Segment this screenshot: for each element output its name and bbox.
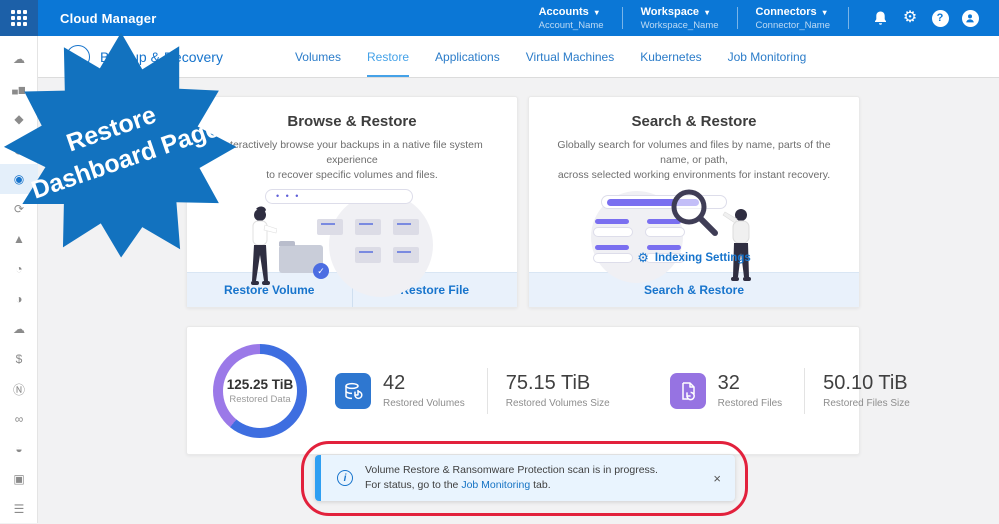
tab-kubernetes[interactable]: Kubernetes: [640, 36, 701, 77]
sidebar-item-bar-chart-icon[interactable]: ▄▆: [0, 74, 38, 104]
restored-data-label: Restored Data: [229, 394, 291, 405]
close-icon[interactable]: ×: [713, 471, 721, 486]
user-menu-button[interactable]: [955, 3, 985, 33]
divider: [848, 7, 849, 29]
sidebar-item-backup-restore-icon[interactable]: ◉: [0, 164, 38, 194]
banner-text: Volume Restore & Ransomware Protection s…: [365, 464, 658, 491]
tab-virtual-machines[interactable]: Virtual Machines: [526, 36, 615, 77]
grid-icon: [11, 10, 27, 26]
card-description: Globally search for volumes and files by…: [557, 139, 831, 181]
chevron-down-icon: ▾: [594, 7, 599, 17]
job-monitoring-link[interactable]: Job Monitoring: [461, 479, 530, 491]
bell-icon: [874, 11, 886, 25]
tab-volumes[interactable]: Volumes: [295, 36, 341, 77]
card-title: Search & Restore: [631, 113, 757, 130]
user-icon: [961, 9, 979, 27]
workspace-name: Workspace_Name: [640, 19, 719, 31]
left-nav-rail: ☁ ▄▆ ◆ ◎ ◉ ⟳ ▲ ◔ ◑ ☁ $ Ⓝ ∞ ◒ ▣ ☰: [0, 36, 38, 523]
chevron-down-icon: ▾: [822, 7, 827, 17]
settings-button[interactable]: ⚙: [895, 3, 925, 33]
workspace-menu[interactable]: Workspace ▾ Workspace_Name: [623, 6, 737, 31]
sidebar-item-shield-icon[interactable]: ◆: [0, 104, 38, 134]
sidebar-item-replication-icon[interactable]: ◎: [0, 134, 38, 164]
browse-restore-card: Browse & Restore Interactively browse yo…: [186, 96, 518, 308]
sidebar-item-cloud-insights-icon[interactable]: ☁: [0, 314, 38, 344]
tab-restore[interactable]: Restore: [366, 36, 410, 77]
account-name: Account_Name: [538, 19, 604, 31]
tab-job-monitoring[interactable]: Job Monitoring: [728, 36, 807, 77]
help-icon: ?: [931, 9, 949, 27]
banner-accent-bar: [315, 455, 321, 501]
service-selector[interactable]: ☁ Backup & Recovery: [66, 44, 223, 69]
sidebar-item-compliance-icon[interactable]: ◑: [0, 284, 38, 314]
restored-data-donut-chart: 125.25 TiB Restored Data: [213, 344, 307, 438]
stats-row: 42 Restored Volumes 75.15 TiB Restored V…: [335, 327, 928, 454]
magnifier-icon: [671, 189, 718, 236]
restored-files-size: 50.10 TiB: [823, 372, 908, 394]
app-grid-button[interactable]: [0, 0, 38, 36]
backup-service-icon: ☁: [66, 44, 90, 69]
tab-bar: Volumes Restore Applications Virtual Mac…: [295, 36, 832, 77]
person-illustration: [251, 206, 277, 285]
restored-data-value: 125.25 TiB: [226, 377, 294, 392]
check-icon: ✓: [313, 263, 329, 279]
divider: [804, 367, 806, 414]
search-restore-card: Search & Restore Globally search for vol…: [528, 96, 860, 308]
card-description: Interactively browse your backups in a n…: [221, 139, 483, 181]
accounts-menu[interactable]: Accounts ▾ Account_Name: [521, 6, 622, 31]
search-restore-button[interactable]: Search & Restore: [529, 273, 859, 307]
sidebar-item-cost-icon[interactable]: $: [0, 344, 38, 374]
sidebar-item-spot-icon[interactable]: ◒: [0, 434, 38, 464]
indexing-settings-link[interactable]: ⚙ Indexing Settings: [529, 250, 859, 266]
service-title: Backup & Recovery: [100, 48, 223, 65]
sidebar-item-layers-icon[interactable]: ☰: [0, 494, 38, 524]
card-footer: Search & Restore: [529, 272, 859, 307]
restored-volumes-count: 42: [383, 372, 406, 394]
notifications-button[interactable]: [865, 3, 895, 33]
restored-volumes-icon: [335, 372, 371, 409]
sidebar-item-tiering-icon[interactable]: ▲: [0, 224, 38, 254]
sidebar-item-sync-icon[interactable]: ⟳: [0, 194, 38, 224]
restored-files-icon: [669, 372, 706, 409]
gear-icon: ⚙: [902, 9, 918, 26]
restored-volumes-size: 75.15 TiB: [505, 372, 591, 394]
divider: [486, 367, 488, 414]
sidebar-item-storage-cloud-icon[interactable]: ☁: [0, 44, 38, 74]
sidebar-item-netapp-service-icon[interactable]: Ⓝ: [0, 374, 38, 404]
help-button[interactable]: ?: [925, 3, 955, 33]
card-title: Browse & Restore: [287, 113, 417, 130]
connector-name: Connector_Name: [755, 19, 830, 31]
progress-notification-banner: i Volume Restore & Ransomware Protection…: [315, 455, 735, 501]
restore-stats-card: 125.25 TiB Restored Data 42 Restored Vol…: [186, 326, 910, 455]
person-illustration: [722, 209, 751, 281]
sidebar-item-integration-icon[interactable]: ∞: [0, 404, 38, 434]
browse-illustration: • • • ✓: [187, 189, 517, 297]
app-title: Cloud Manager: [60, 10, 157, 26]
sidebar-item-classification-icon[interactable]: ◔: [0, 254, 38, 284]
service-header: ☁ Backup & Recovery Volumes Restore Appl…: [38, 36, 999, 78]
info-icon: i: [337, 470, 353, 486]
tab-applications[interactable]: Applications: [435, 36, 500, 77]
top-bar: Cloud Manager Accounts ▾ Account_Name Wor…: [0, 0, 999, 36]
restored-files-count: 32: [717, 372, 740, 394]
sidebar-item-copy-sync-icon[interactable]: ▣: [0, 464, 38, 494]
chevron-down-icon: ▾: [705, 7, 710, 17]
gear-icon: ⚙: [637, 250, 649, 265]
connectors-menu[interactable]: Connectors ▾ Connector_Name: [738, 6, 848, 31]
topbar-right: Accounts ▾ Account_Name Workspace ▾ Worksp…: [521, 0, 999, 36]
